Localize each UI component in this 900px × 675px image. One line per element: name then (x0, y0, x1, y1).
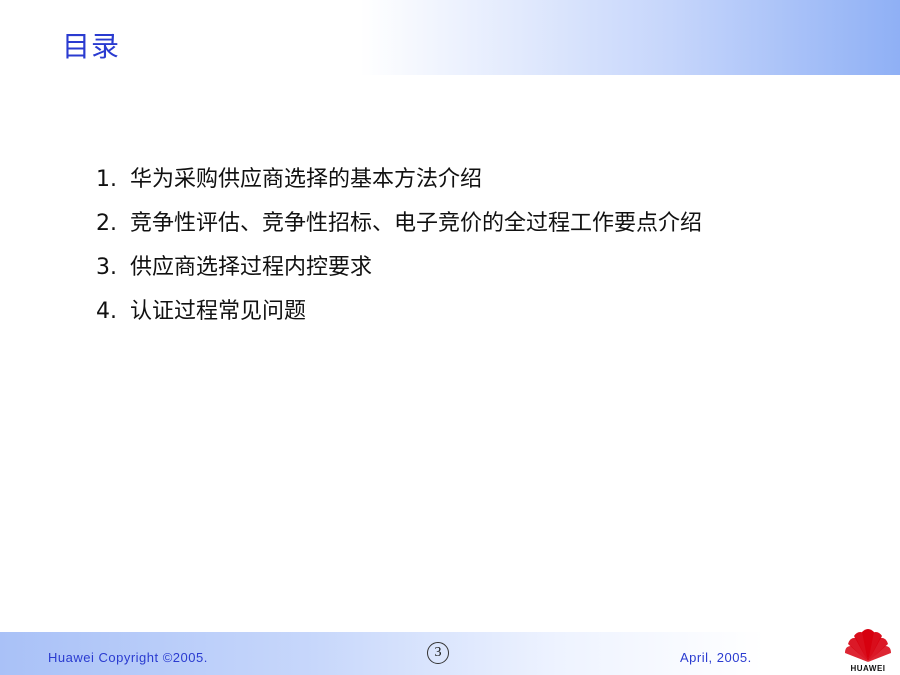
logo-text: HUAWEI (850, 664, 886, 673)
agenda-item-text: 供应商选择过程内控要求 (130, 255, 373, 280)
agenda-item: 4. 认证过程常见问题 (96, 290, 702, 334)
copyright-text: Huawei Copyright ©2005. (48, 650, 208, 665)
agenda-item-number: 4. (96, 299, 117, 324)
agenda-item: 3. 供应商选择过程内控要求 (96, 246, 702, 290)
agenda-item: 1. 华为采购供应商选择的基本方法介绍 (96, 158, 702, 202)
agenda-item-number: 1. (96, 167, 117, 192)
agenda-item-text: 华为采购供应商选择的基本方法介绍 (130, 167, 483, 192)
agenda-item-text: 认证过程常见问题 (130, 299, 307, 324)
page-number: 3 (427, 642, 449, 664)
agenda-item-text: 竞争性评估、竞争性招标、电子竞价的全过程工作要点介绍 (130, 211, 703, 236)
huawei-logo: HUAWEI (842, 624, 894, 674)
huawei-flower-icon (845, 629, 891, 662)
header-band (0, 0, 900, 75)
agenda-item-number: 3. (96, 255, 117, 280)
footer-date: April, 2005. (680, 650, 752, 665)
page-title: 目录 (62, 30, 121, 63)
agenda-item-number: 2. (96, 211, 117, 236)
agenda-item: 2. 竞争性评估、竞争性招标、电子竞价的全过程工作要点介绍 (96, 202, 702, 246)
agenda-list: 1. 华为采购供应商选择的基本方法介绍 2. 竞争性评估、竞争性招标、电子竞价的全过… (96, 158, 702, 334)
